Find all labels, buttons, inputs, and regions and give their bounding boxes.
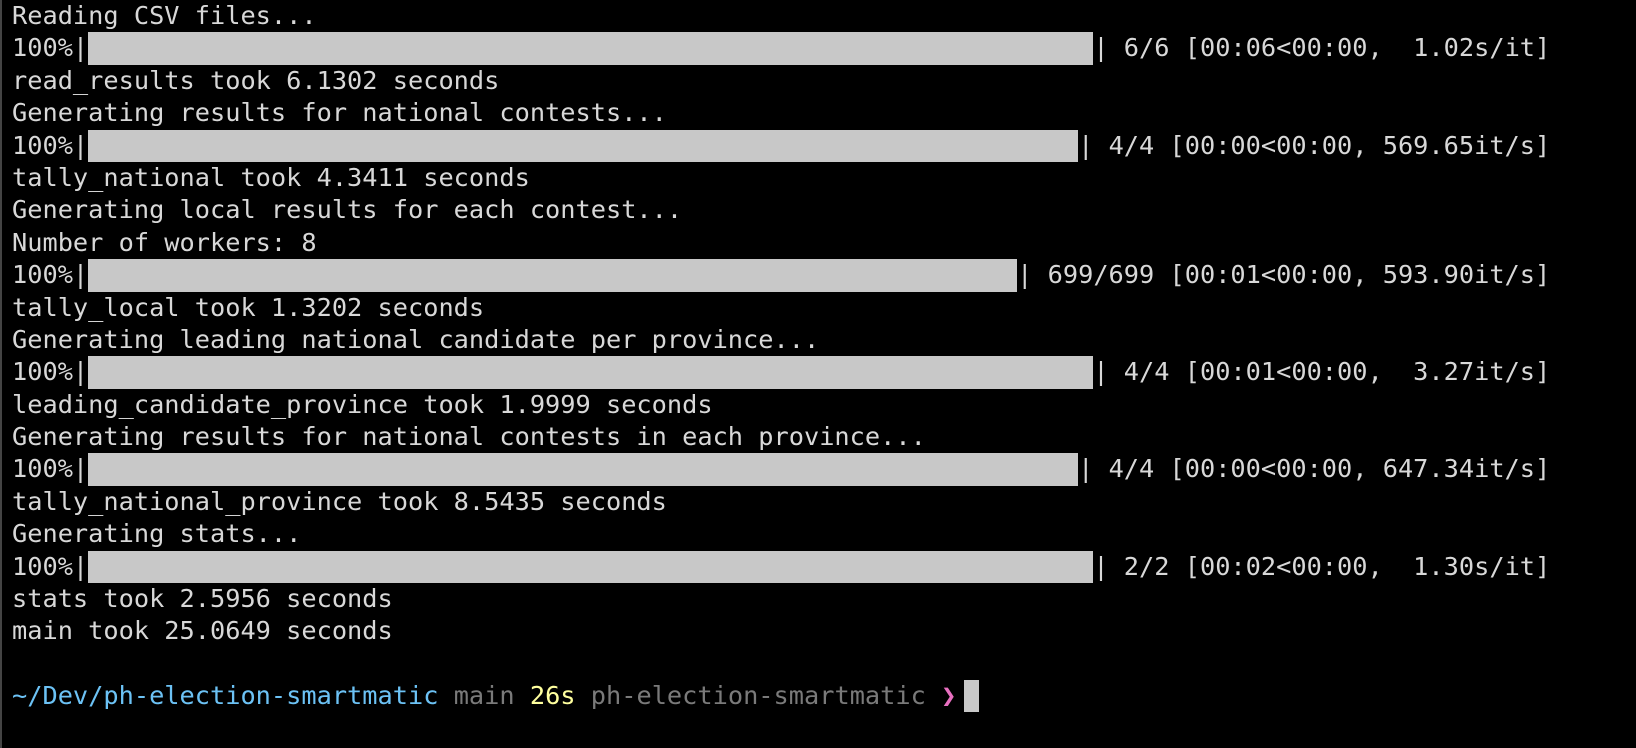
text-cursor[interactable] [964, 680, 980, 713]
progress-bar [88, 32, 1094, 65]
progress-counter: 6/6 [1123, 33, 1170, 63]
progress-line: 100%| | 4/4 [00:00<00:00, 647.34it/s] [12, 453, 1551, 486]
progress-bar [88, 356, 1094, 389]
progress-line: 100%| | 699/699 [00:01<00:00, 593.90it/s] [12, 259, 1551, 292]
shell-prompt[interactable]: ~/Dev/ph-election-smartmatic main 26s ph… [12, 680, 1550, 713]
progress-percent: 100% [12, 260, 73, 290]
progress-bar [88, 550, 1094, 584]
output-line: tally_local took 1.3202 seconds [12, 292, 485, 322]
output-line: tally_national took 4.3411 seconds [12, 162, 530, 192]
progress-timing: [00:06<00:00, 1.02s/it] [1184, 33, 1551, 63]
progress-counter: 699/699 [1047, 260, 1155, 290]
progress-timing: [00:00<00:00, 569.65it/s] [1169, 130, 1551, 160]
output-line: tally_national_province took 8.5435 seco… [12, 486, 667, 516]
prompt-path: ~/Dev/ph-election-smartmatic [12, 681, 439, 711]
progress-counter: 4/4 [1108, 130, 1155, 160]
progress-bar [88, 259, 1018, 292]
progress-timing: [00:01<00:00, 3.27it/s] [1184, 357, 1551, 387]
progress-counter: 4/4 [1123, 357, 1170, 387]
prompt-project: ph-election-smartmatic [590, 681, 926, 711]
progress-percent: 100% [12, 130, 73, 160]
progress-timing: [00:01<00:00, 593.90it/s] [1169, 260, 1551, 290]
output-line: Number of workers: 8 [12, 227, 317, 257]
progress-percent: 100% [12, 357, 73, 387]
output-line: read_results took 6.1302 seconds [12, 65, 500, 95]
progress-line: 100%| | 4/4 [00:01<00:00, 3.27it/s] [12, 356, 1551, 389]
output-line: Generating stats... [12, 519, 302, 549]
progress-percent: 100% [12, 454, 73, 484]
prompt-git-branch: main [453, 681, 515, 711]
progress-percent: 100% [12, 551, 73, 581]
output-line: main took 25.0649 seconds [12, 616, 393, 646]
prompt-chevron-icon: ❯ [941, 681, 957, 711]
output-line: leading_candidate_province took 1.9999 s… [12, 389, 713, 419]
progress-counter: 4/4 [1108, 454, 1155, 484]
output-line: Generating results for national contests… [12, 98, 667, 128]
progress-bar [88, 453, 1079, 486]
output-line: Generating results for national contests… [12, 422, 926, 452]
output-line: Reading CSV files... [12, 1, 317, 30]
progress-counter: 2/2 [1123, 551, 1170, 581]
prompt-duration: 26s [529, 681, 576, 711]
progress-line: 100%| | 6/6 [00:06<00:00, 1.02s/it] [12, 32, 1551, 65]
output-line: stats took 2.5956 seconds [12, 584, 393, 614]
terminal-output: Reading CSV files... 100%| | 6/6 [00:06<0… [12, 0, 1550, 713]
output-line: Generating leading national candidate pe… [12, 324, 820, 354]
output-line: Generating local results for each contes… [12, 195, 683, 225]
progress-timing: [00:02<00:00, 1.30s/it] [1184, 551, 1551, 581]
progress-line: 100%| | 2/2 [00:02<00:00, 1.30s/it] [12, 550, 1551, 584]
progress-percent: 100% [12, 33, 73, 63]
progress-line: 100%| | 4/4 [00:00<00:00, 569.65it/s] [12, 129, 1551, 162]
progress-bar [88, 129, 1079, 162]
progress-timing: [00:00<00:00, 647.34it/s] [1169, 454, 1551, 484]
